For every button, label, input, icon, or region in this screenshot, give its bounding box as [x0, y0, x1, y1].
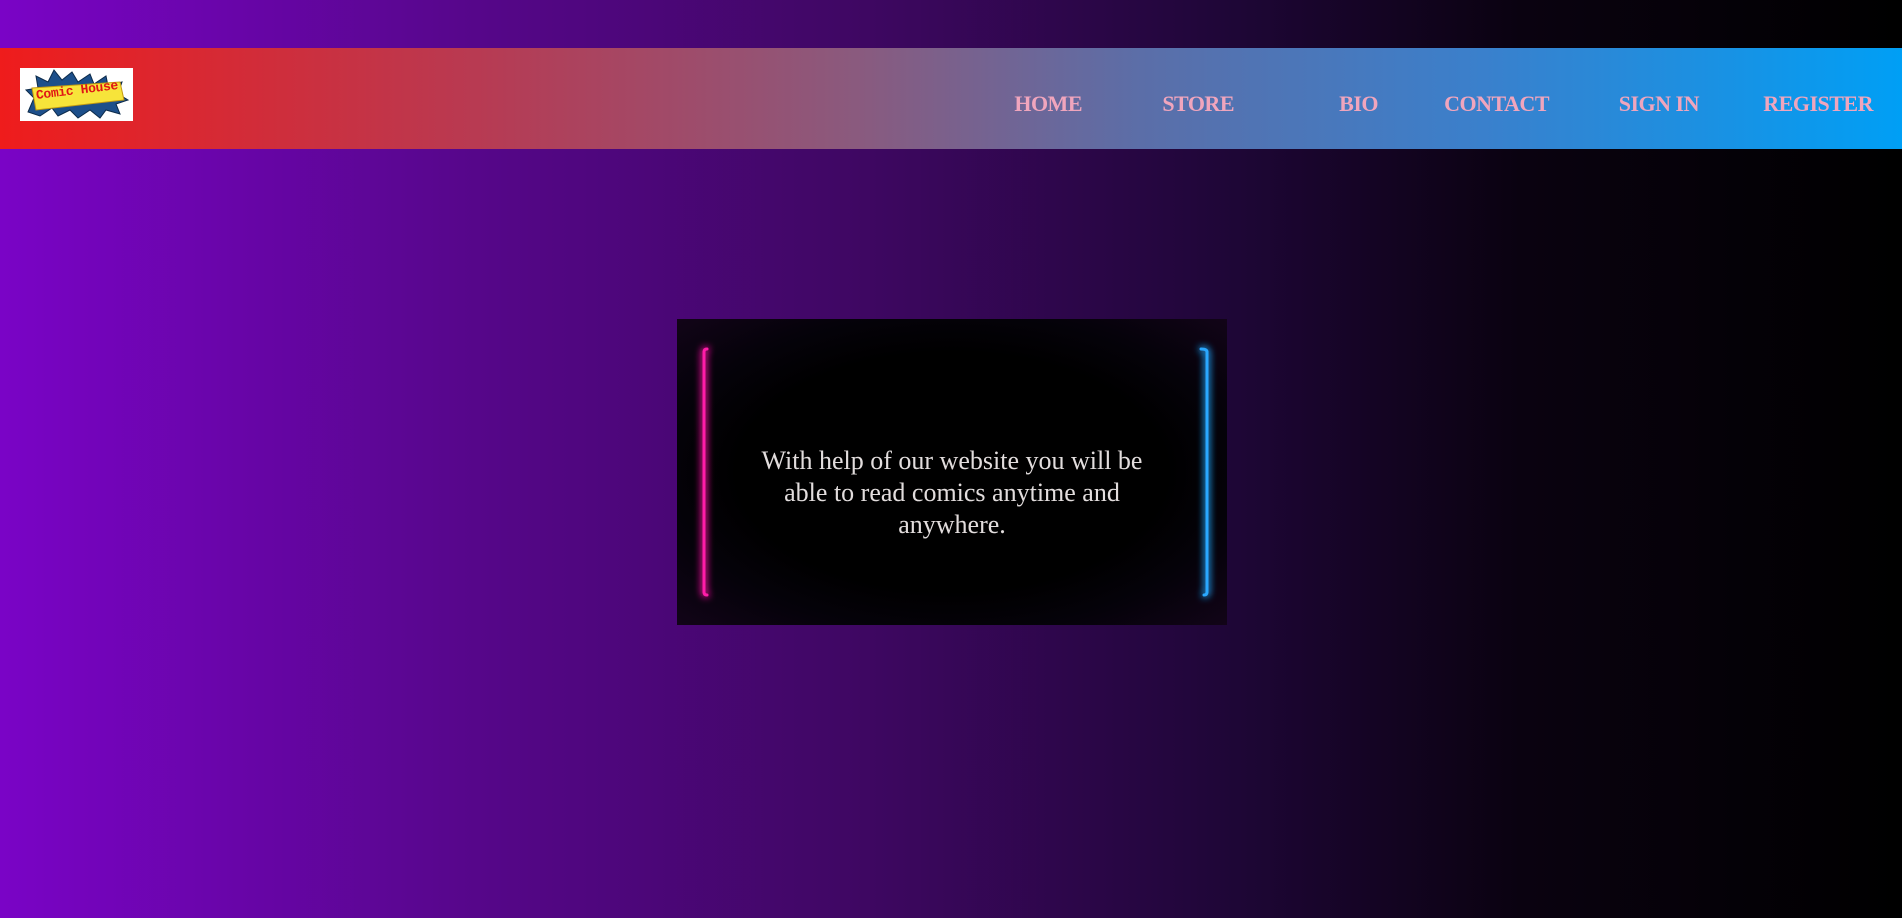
- nav-sign-in[interactable]: SIGN IN: [1619, 91, 1700, 117]
- navbar: Comic House HOME STORE BIO CONTACT SIGN …: [0, 48, 1902, 149]
- nav-store[interactable]: STORE: [1162, 91, 1234, 117]
- nav-contact[interactable]: CONTACT: [1444, 91, 1549, 117]
- nav-register[interactable]: REGISTER: [1763, 91, 1873, 117]
- nav-home[interactable]: HOME: [1014, 91, 1082, 117]
- nav-bio[interactable]: BIO: [1339, 91, 1378, 117]
- comic-house-logo[interactable]: Comic House: [20, 68, 133, 121]
- hero-text: With help of our website you will be abl…: [761, 446, 1143, 539]
- hero-neon-box: With help of our website you will be abl…: [677, 319, 1227, 625]
